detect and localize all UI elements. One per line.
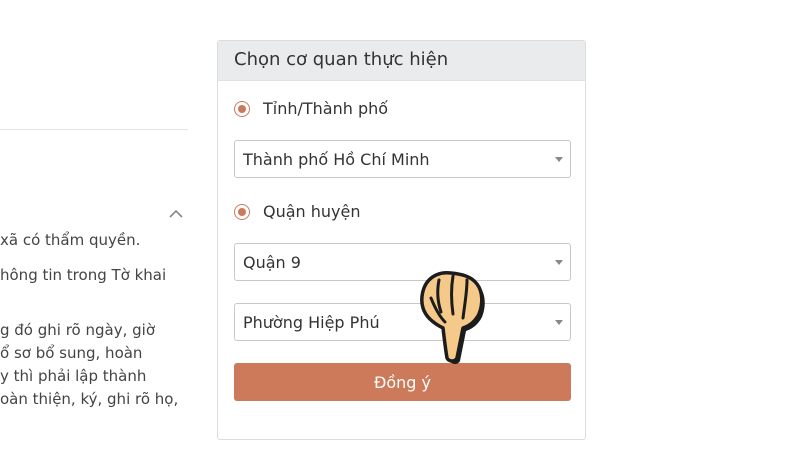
province-select[interactable]: Thành phố Hồ Chí Minh: [234, 140, 571, 178]
page: xã có thẩm quyền. hông tin trong Tờ khai…: [0, 0, 800, 449]
radio-option-province[interactable]: Tỉnh/Thành phố: [234, 99, 388, 118]
article-panel: xã có thẩm quyền. hông tin trong Tờ khai…: [0, 0, 188, 449]
province-select-value: Thành phố Hồ Chí Minh: [243, 150, 430, 169]
agency-select-card: Chọn cơ quan thực hiện Tỉnh/Thành phố Th…: [217, 40, 586, 440]
district-select-value: Quận 9: [243, 253, 301, 272]
article-text-line: hông tin trong Tờ khai: [0, 266, 167, 284]
article-text-line: xã có thẩm quyền.: [0, 231, 141, 249]
ward-select-value: Phường Hiệp Phú: [243, 313, 380, 332]
ward-select[interactable]: Phường Hiệp Phú: [234, 303, 571, 341]
agree-button[interactable]: Đồng ý: [234, 363, 571, 401]
card-title: Chọn cơ quan thực hiện: [218, 41, 585, 81]
radio-selected-dot: [238, 207, 246, 216]
article-text-line: g đó ghi rõ ngày, giờ: [0, 321, 156, 339]
article-text-line: y thì phải lập thành: [0, 367, 147, 385]
chevron-up-icon[interactable]: [168, 208, 184, 220]
district-select[interactable]: Quận 9: [234, 243, 571, 281]
radio-button[interactable]: [234, 100, 250, 117]
article-text-line: oàn thiện, ký, ghi rõ họ,: [0, 390, 179, 408]
caret-down-icon: [555, 157, 563, 162]
caret-down-icon: [555, 260, 563, 265]
article-text-line: ổ sơ bổ sung, hoàn: [0, 344, 143, 362]
divider: [0, 129, 188, 130]
radio-button[interactable]: [234, 203, 250, 220]
radio-label-province: Tỉnh/Thành phố: [263, 99, 389, 118]
radio-selected-dot: [238, 104, 246, 113]
radio-label-district: Quận huyện: [263, 202, 361, 221]
caret-down-icon: [555, 320, 563, 325]
radio-option-district[interactable]: Quận huyện: [234, 202, 361, 221]
